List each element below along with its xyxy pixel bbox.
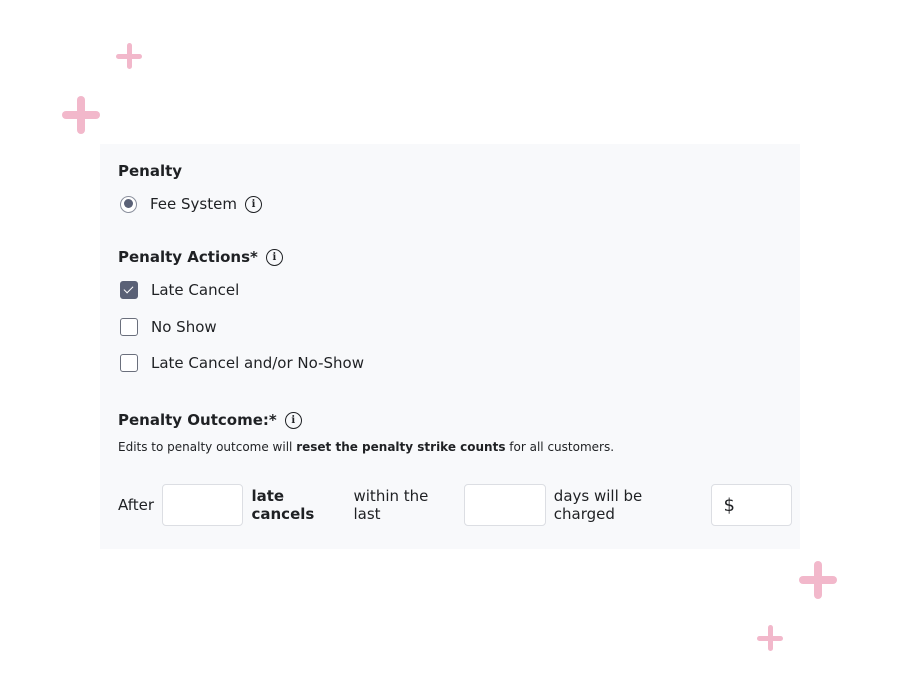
- within-label: within the last: [353, 487, 429, 523]
- late-cancels-count-input[interactable]: [162, 484, 244, 526]
- late-cancel-or-no-show-label: Late Cancel and/or No-Show: [151, 354, 364, 372]
- late-cancel-option[interactable]: Late Cancel: [120, 281, 239, 299]
- note-text: Edits to penalty outcome will: [118, 440, 297, 454]
- late-cancel-checkbox[interactable]: [120, 281, 138, 299]
- charge-amount-input[interactable]: $: [710, 484, 792, 526]
- days-input[interactable]: [464, 484, 546, 526]
- sparkle-icon: [799, 561, 837, 599]
- penalty-outcome-heading: Penalty Outcome:* i: [118, 411, 302, 429]
- penalty-outcome-title: Penalty Outcome:*: [118, 411, 277, 429]
- dollar-icon: $: [723, 494, 735, 516]
- sparkle-icon: [116, 43, 142, 69]
- fee-system-radio-option[interactable]: Fee System i: [120, 195, 262, 213]
- fee-system-label: Fee System: [150, 195, 237, 213]
- no-show-label: No Show: [151, 318, 217, 336]
- outcome-sentence: After late cancels within the last days …: [118, 484, 800, 526]
- info-icon[interactable]: i: [244, 195, 262, 213]
- note-bold-text: reset the penalty strike counts: [296, 440, 506, 454]
- note-text-end: for all customers.: [505, 440, 615, 454]
- charged-label: days will be charged: [553, 487, 643, 523]
- penalty-settings-card: Penalty Fee System i Penalty Actions* i …: [100, 144, 800, 549]
- late-cancel-label: Late Cancel: [151, 281, 240, 299]
- penalty-actions-heading: Penalty Actions* i: [118, 248, 283, 266]
- penalty-heading: Penalty: [118, 162, 182, 180]
- late-cancels-label: late cancels: [251, 487, 315, 523]
- no-show-checkbox[interactable]: [120, 318, 138, 336]
- outcome-warning-note: Edits to penalty outcome will reset the …: [118, 440, 614, 454]
- penalty-title: Penalty: [118, 162, 183, 180]
- sparkle-icon: [62, 96, 100, 134]
- sparkle-icon: [757, 625, 783, 651]
- info-icon[interactable]: i: [284, 411, 302, 429]
- late-cancel-or-no-show-checkbox[interactable]: [120, 354, 138, 372]
- late-cancel-or-no-show-option[interactable]: Late Cancel and/or No-Show: [120, 354, 364, 372]
- no-show-option[interactable]: No Show: [120, 318, 217, 336]
- penalty-actions-title: Penalty Actions*: [118, 248, 258, 266]
- fee-system-radio[interactable]: [120, 195, 137, 213]
- after-label: After: [118, 496, 155, 514]
- info-icon[interactable]: i: [265, 248, 283, 266]
